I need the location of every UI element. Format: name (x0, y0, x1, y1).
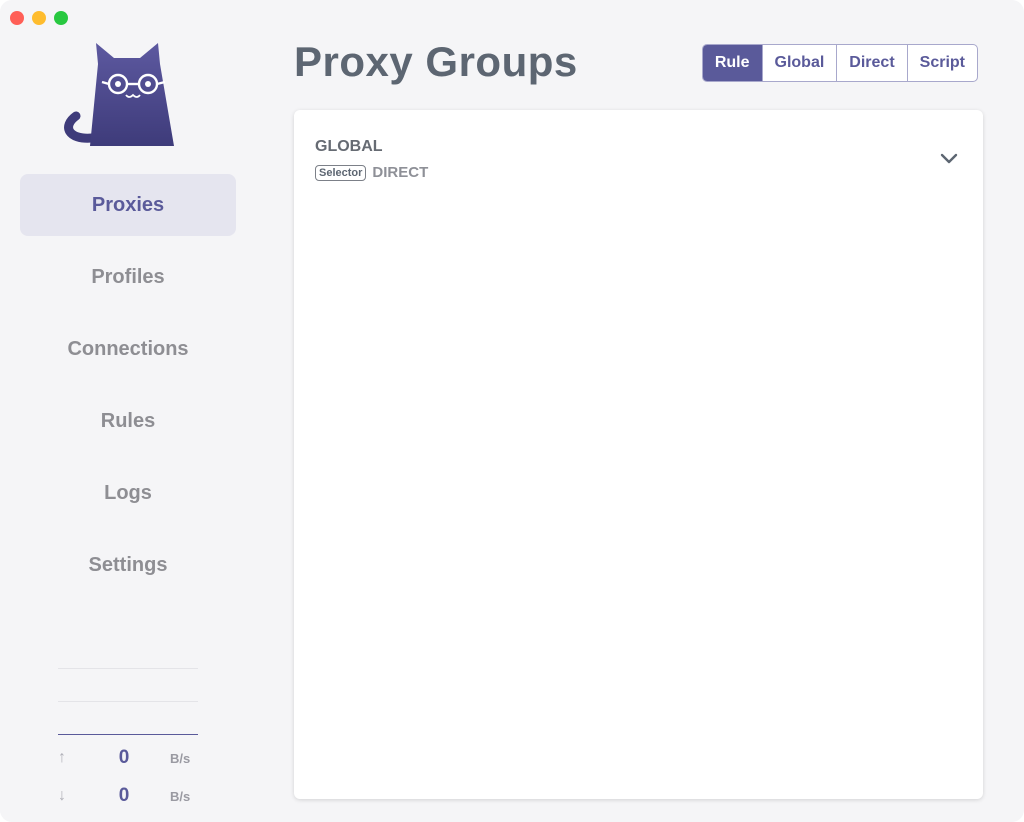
sidebar-item-proxies[interactable]: Proxies (20, 174, 236, 236)
download-speed-value: 0 (118, 785, 130, 806)
minimize-window-button[interactable] (32, 11, 46, 25)
sidebar-item-connections[interactable]: Connections (20, 318, 236, 380)
cat-logo-icon (64, 43, 174, 146)
group-name: GLOBAL (315, 138, 383, 155)
sidebar-nav: Proxies Profiles Connections Rules Logs … (20, 174, 236, 606)
group-details: Selector DIRECT (315, 164, 428, 181)
upload-speed: ↑ 0 B/s (58, 746, 198, 770)
graph-gridline (58, 701, 198, 702)
arrow-down-icon: ↓ (58, 787, 66, 804)
sidebar-item-rules[interactable]: Rules (20, 390, 236, 452)
app-window: Proxies Profiles Connections Rules Logs … (0, 0, 1024, 822)
proxy-groups-card: GLOBAL Selector DIRECT (294, 110, 983, 799)
chevron-down-icon[interactable] (939, 150, 959, 166)
sidebar-item-profiles[interactable]: Profiles (20, 246, 236, 308)
traffic-graph (58, 668, 198, 735)
mode-script-button[interactable]: Script (906, 45, 977, 81)
sidebar-item-logs[interactable]: Logs (20, 462, 236, 524)
group-type-badge: Selector (315, 164, 367, 181)
download-speed: ↓ 0 B/s (58, 784, 198, 808)
mode-global-button[interactable]: Global (761, 45, 837, 81)
proxy-mode-switch: Rule Global Direct Script (701, 44, 978, 82)
download-speed-unit: B/s (170, 788, 191, 804)
maximize-window-button[interactable] (54, 11, 68, 25)
sidebar: Proxies Profiles Connections Rules Logs … (0, 0, 256, 822)
upload-speed-unit: B/s (170, 750, 191, 766)
sidebar-item-settings[interactable]: Settings (20, 534, 236, 596)
mode-rule-button[interactable]: Rule (702, 45, 762, 81)
upload-speed-value: 0 (118, 747, 130, 768)
group-current-proxy: DIRECT (372, 164, 429, 181)
mode-direct-button[interactable]: Direct (836, 45, 906, 81)
close-window-button[interactable] (10, 11, 24, 25)
graph-gridline (58, 668, 198, 669)
window-controls (10, 11, 68, 25)
main-content: Proxy Groups Rule Global Direct Script G… (256, 0, 1024, 822)
page-title: Proxy Groups (294, 38, 578, 85)
graph-baseline (58, 734, 198, 735)
arrow-up-icon: ↑ (58, 749, 66, 766)
